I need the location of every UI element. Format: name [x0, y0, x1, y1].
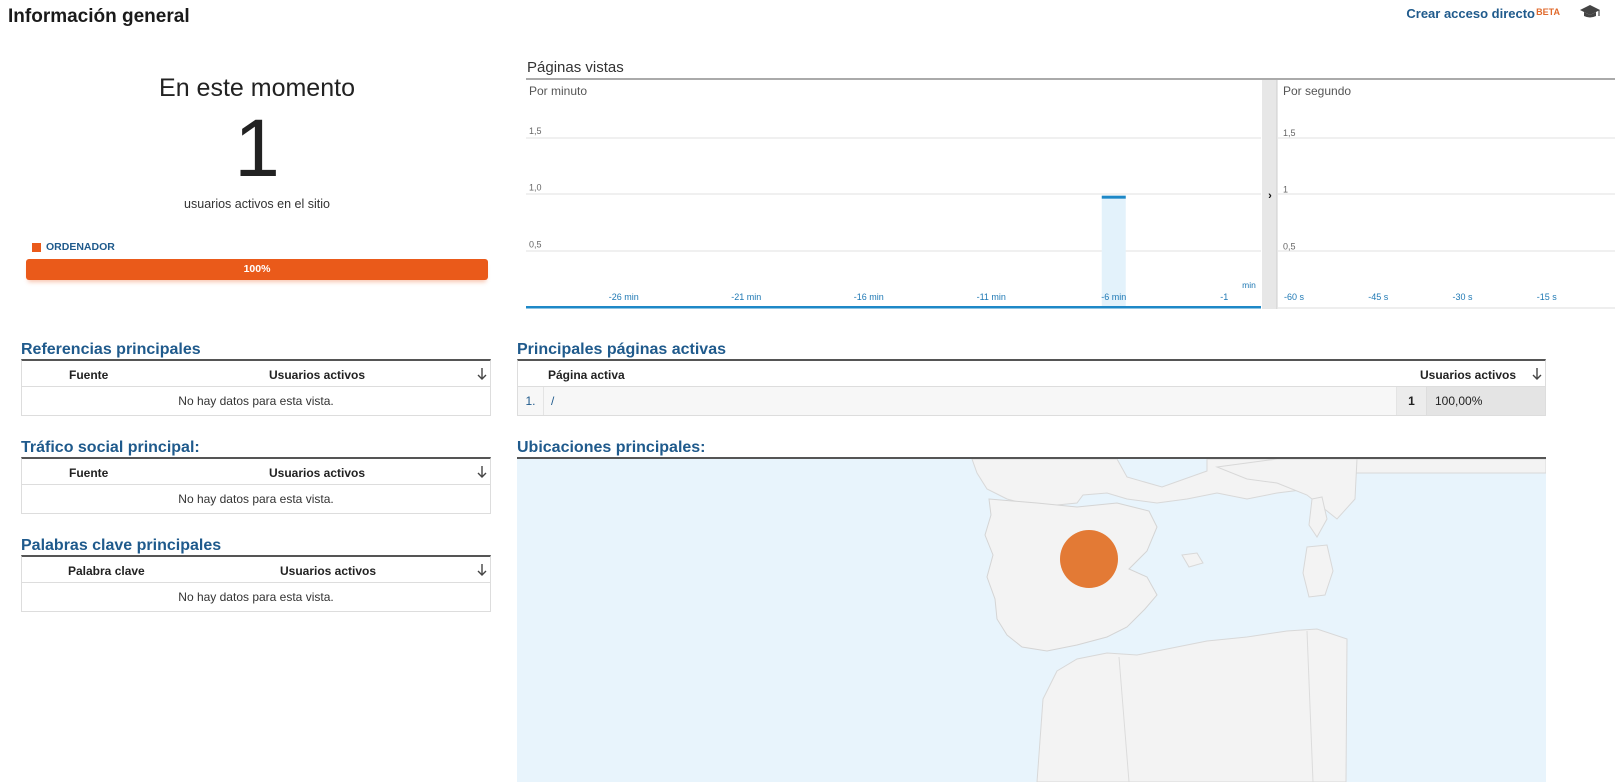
y-tick-label: 0,5: [529, 239, 542, 249]
active-pages-title: Principales páginas activas: [517, 341, 726, 358]
x-tick-label: -11 min: [977, 292, 1006, 302]
location-marker[interactable]: [1060, 530, 1118, 588]
table-header: Página activa Usuarios activos: [518, 361, 1545, 387]
x-tick-label: -1: [1220, 292, 1228, 302]
col-active-users-header[interactable]: Usuarios activos: [269, 466, 365, 480]
device-label: ORDENADOR: [46, 241, 115, 253]
sort-down-icon[interactable]: [1531, 367, 1543, 381]
x-tick-label: -30 s: [1452, 292, 1473, 302]
x-tick-label: -21 min: [731, 292, 761, 302]
y-tick-label: 1,5: [529, 126, 542, 136]
y-tick-label: 0,5: [1283, 241, 1296, 251]
col-keyword-header[interactable]: Palabra clave: [68, 564, 145, 578]
table-header: Fuente Usuarios activos: [22, 361, 490, 387]
page-title: Información general: [8, 6, 190, 27]
sort-down-icon[interactable]: [476, 367, 488, 381]
col-active-page-header[interactable]: Página activa: [548, 368, 625, 382]
x-tick-label: -6 min: [1101, 292, 1126, 302]
beta-badge: BETA: [1536, 7, 1560, 17]
active-pages-table: Página activa Usuarios activos 1. / 1 10…: [517, 359, 1546, 416]
x-tick-label: -15 s: [1537, 292, 1558, 302]
x-tick-label: -45 s: [1368, 292, 1389, 302]
col-active-users-header[interactable]: Usuarios activos: [1420, 368, 1516, 382]
row-percent: 100,00%: [1427, 387, 1545, 415]
active-users-count: 1: [234, 103, 280, 194]
row-index: 1.: [518, 387, 544, 415]
x-tick-label: -26 min: [609, 292, 639, 302]
active-page-link[interactable]: /: [544, 387, 1397, 415]
col-active-users-header[interactable]: Usuarios activos: [269, 368, 365, 382]
per-second-label: Por segundo: [1283, 84, 1352, 98]
baleares-shape: [1181, 552, 1204, 568]
col-source-header[interactable]: Fuente: [69, 466, 108, 480]
y-tick-label: 1,5: [1283, 128, 1296, 138]
table-header: Fuente Usuarios activos: [22, 459, 490, 485]
row-users: 1: [1397, 387, 1427, 415]
table-row: 1. / 1 100,00%: [518, 387, 1545, 415]
per-minute-label: Por minuto: [529, 84, 588, 98]
sort-down-icon[interactable]: [476, 563, 488, 577]
device-swatch: [32, 242, 41, 252]
graduation-cap-icon[interactable]: [1579, 4, 1601, 20]
bar-value: [1101, 195, 1126, 199]
create-shortcut-link[interactable]: Crear acceso directo: [1406, 6, 1535, 21]
baseline-line: [526, 306, 1261, 309]
pageviews-chart: › 0,51,01,5-26 min -21 min -16 min -11 min -…: [526, 78, 1615, 309]
sort-down-icon[interactable]: [476, 465, 488, 479]
device-share-bar[interactable]: 100%: [26, 259, 488, 280]
x-tick-label: -16 min: [854, 292, 884, 302]
referrals-title: Referencias principales: [21, 341, 201, 358]
col-active-users-header[interactable]: Usuarios activos: [280, 564, 376, 578]
locations-title: Ubicaciones principales:: [517, 439, 706, 456]
device-legend: ORDENADOR: [32, 241, 115, 253]
x-unit-label: min: [1242, 280, 1256, 290]
empty-message: No hay datos para esta vista.: [178, 590, 334, 604]
active-users-subtitle: usuarios activos en el sitio: [184, 197, 330, 211]
empty-message: No hay datos para esta vista.: [178, 492, 334, 506]
map-svg: [971, 459, 1546, 782]
locations-map[interactable]: [517, 459, 1546, 782]
referrals-table: Fuente Usuarios activos No hay datos par…: [21, 359, 491, 416]
y-tick-label: 1,0: [529, 183, 542, 193]
empty-message: No hay datos para esta vista.: [178, 394, 334, 408]
divider-chevron-icon[interactable]: ›: [1268, 190, 1272, 202]
now-title: En este momento: [159, 74, 355, 102]
y-tick-label: 1: [1283, 185, 1288, 195]
keywords-title: Palabras clave principales: [21, 537, 222, 554]
sardinia-shape: [1302, 544, 1334, 598]
pageviews-title: Páginas vistas: [527, 59, 624, 76]
x-tick-label: -60 s: [1284, 292, 1305, 302]
col-source-header[interactable]: Fuente: [69, 368, 108, 382]
social-title: Tráfico social principal:: [21, 439, 200, 456]
social-table: Fuente Usuarios activos No hay datos par…: [21, 457, 491, 514]
keywords-table: Palabra clave Usuarios activos No hay da…: [21, 555, 491, 612]
table-header: Palabra clave Usuarios activos: [22, 557, 490, 583]
north-africa-shape: [1036, 628, 1348, 782]
